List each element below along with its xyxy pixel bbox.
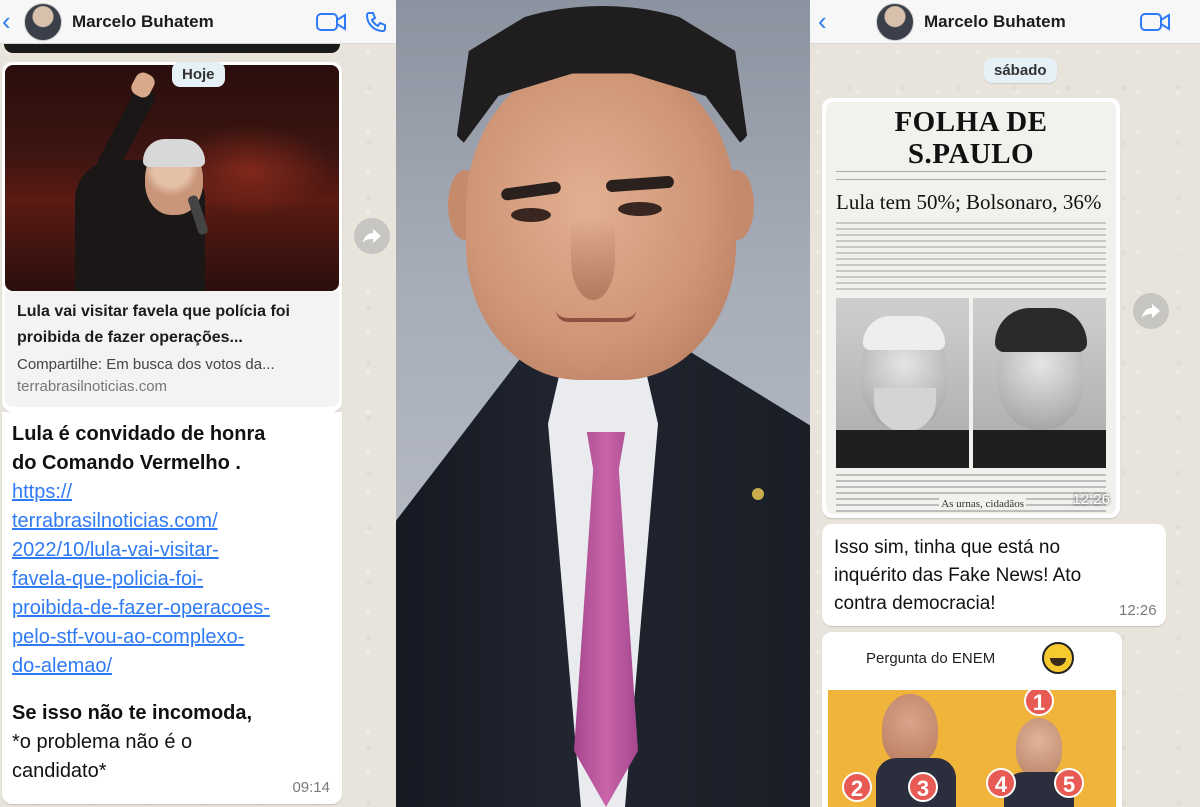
message-line: contra democracia!	[834, 593, 996, 614]
person-face	[882, 694, 938, 764]
newspaper-headline: Lula tem 50%; Bolsonaro, 36%	[836, 190, 1102, 214]
mouth	[556, 310, 636, 322]
forward-icon[interactable]	[1133, 293, 1169, 329]
message-timestamp: 09:14	[292, 779, 330, 796]
previous-message-edge	[4, 44, 340, 53]
newspaper-body-text	[836, 222, 1106, 294]
number-badge: 1	[1024, 690, 1054, 716]
chat-header: ‹ Marcelo Buhatem	[0, 0, 396, 44]
message-url-line[interactable]: pelo-stf-vou-ao-complexo-	[12, 623, 332, 652]
message-timestamp: 12:26	[1119, 602, 1157, 619]
message-line: candidato*	[12, 760, 107, 782]
image-message-bubble[interactable]: FOLHA DE S.PAULO Lula tem 50%; Bolsonaro…	[822, 98, 1120, 518]
contact-name[interactable]: Marcelo Buhatem	[72, 12, 214, 32]
newspaper-bottom-text: As urnas, cidadãos	[836, 474, 1106, 514]
left-chat-screenshot: ‹ Marcelo Buhatem Lula vai visitar favel…	[0, 0, 396, 807]
link-preview-title: Lula vai visitar favela que polícia foi …	[17, 303, 290, 346]
link-preview-meta[interactable]: Lula vai visitar favela que polícia foi …	[5, 291, 339, 407]
message-url-line[interactable]: do-alemao/	[12, 652, 332, 681]
photo-suit	[973, 430, 1106, 468]
speaker-hair	[143, 139, 205, 167]
link-preview-description: Compartilhe: Em busca dos votos da...	[17, 356, 275, 373]
avatar[interactable]	[876, 2, 914, 41]
message-url-line[interactable]: 2022/10/lula-vai-visitar-	[12, 536, 332, 565]
enem-image[interactable]: 1 2 3 4 5	[828, 690, 1116, 807]
message-bubble[interactable]: Isso sim, tinha que está no inquérito da…	[822, 524, 1166, 626]
image-message-bubble[interactable]: Pergunta do ENEM 1 2 3 4 5	[822, 632, 1122, 807]
newspaper-front-page[interactable]: FOLHA DE S.PAULO Lula tem 50%; Bolsonaro…	[826, 102, 1116, 514]
number-badge: 2	[842, 772, 872, 802]
video-call-icon[interactable]	[1140, 12, 1170, 32]
message-line: inquérito das Fake News! Ato	[834, 565, 1082, 586]
link-preview-image[interactable]	[5, 65, 339, 291]
right-eye	[618, 202, 662, 216]
newspaper-caption: As urnas, cidadãos	[939, 498, 1026, 510]
link-preview-bubble[interactable]: Lula vai visitar favela que polícia foi …	[2, 62, 342, 412]
link-preview-domain: terrabrasilnoticias.com	[17, 378, 168, 395]
number-badge: 3	[908, 772, 938, 802]
masthead-rule	[836, 171, 1106, 180]
number-badge: 5	[1054, 768, 1084, 798]
enem-card-header: Pergunta do ENEM	[826, 636, 1118, 684]
contact-name[interactable]: Marcelo Buhatem	[924, 12, 1066, 32]
enem-card-title: Pergunta do ENEM	[866, 650, 996, 667]
nose	[571, 220, 615, 300]
message-line: *o problema não é o	[12, 731, 193, 753]
person-face	[1016, 718, 1062, 776]
message-url-line[interactable]: https://	[12, 478, 332, 507]
avatar[interactable]	[24, 2, 62, 41]
message-bubble[interactable]: Lula é convidado de honra do Comando Ver…	[2, 412, 342, 804]
message-line: Lula é convidado de honra	[12, 423, 266, 445]
newspaper-photos	[836, 298, 1106, 468]
number-badge: 4	[986, 768, 1016, 798]
right-chat-screenshot: ‹ Marcelo Buhatem sábado FOLHA DE S.PAUL…	[810, 0, 1200, 807]
date-chip: Hoje	[172, 62, 225, 87]
chat-header: ‹ Marcelo Buhatem	[810, 0, 1200, 44]
image-timestamp: 12:26	[1072, 491, 1110, 508]
back-icon[interactable]: ‹	[2, 6, 24, 37]
message-line: Se isso não te incomoda,	[12, 702, 253, 724]
candidate-photo-left	[836, 298, 969, 468]
photo-suit	[836, 430, 969, 468]
left-eye	[511, 208, 551, 222]
message-url-line[interactable]: favela-que-policia-foi-	[12, 565, 332, 594]
forward-icon[interactable]	[354, 218, 390, 254]
portrait-photo	[396, 0, 810, 807]
photo-hair	[995, 308, 1087, 352]
message-url-line[interactable]: terrabrasilnoticias.com/	[12, 507, 332, 536]
video-call-icon[interactable]	[316, 12, 346, 32]
message-line: do Comando Vermelho .	[12, 452, 241, 474]
laughing-emoji-icon	[1042, 642, 1074, 674]
message-line: Isso sim, tinha que está no	[834, 537, 1061, 558]
photo-hair	[863, 316, 945, 350]
phone-icon[interactable]	[364, 10, 388, 34]
back-icon[interactable]: ‹	[818, 6, 840, 37]
lapel-pin	[752, 488, 764, 500]
newspaper-masthead: FOLHA DE S.PAULO	[894, 106, 1048, 170]
candidate-photo-right	[973, 298, 1106, 468]
date-chip: sábado	[984, 58, 1057, 83]
message-url-line[interactable]: proibida-de-fazer-operacoes-	[12, 594, 332, 623]
